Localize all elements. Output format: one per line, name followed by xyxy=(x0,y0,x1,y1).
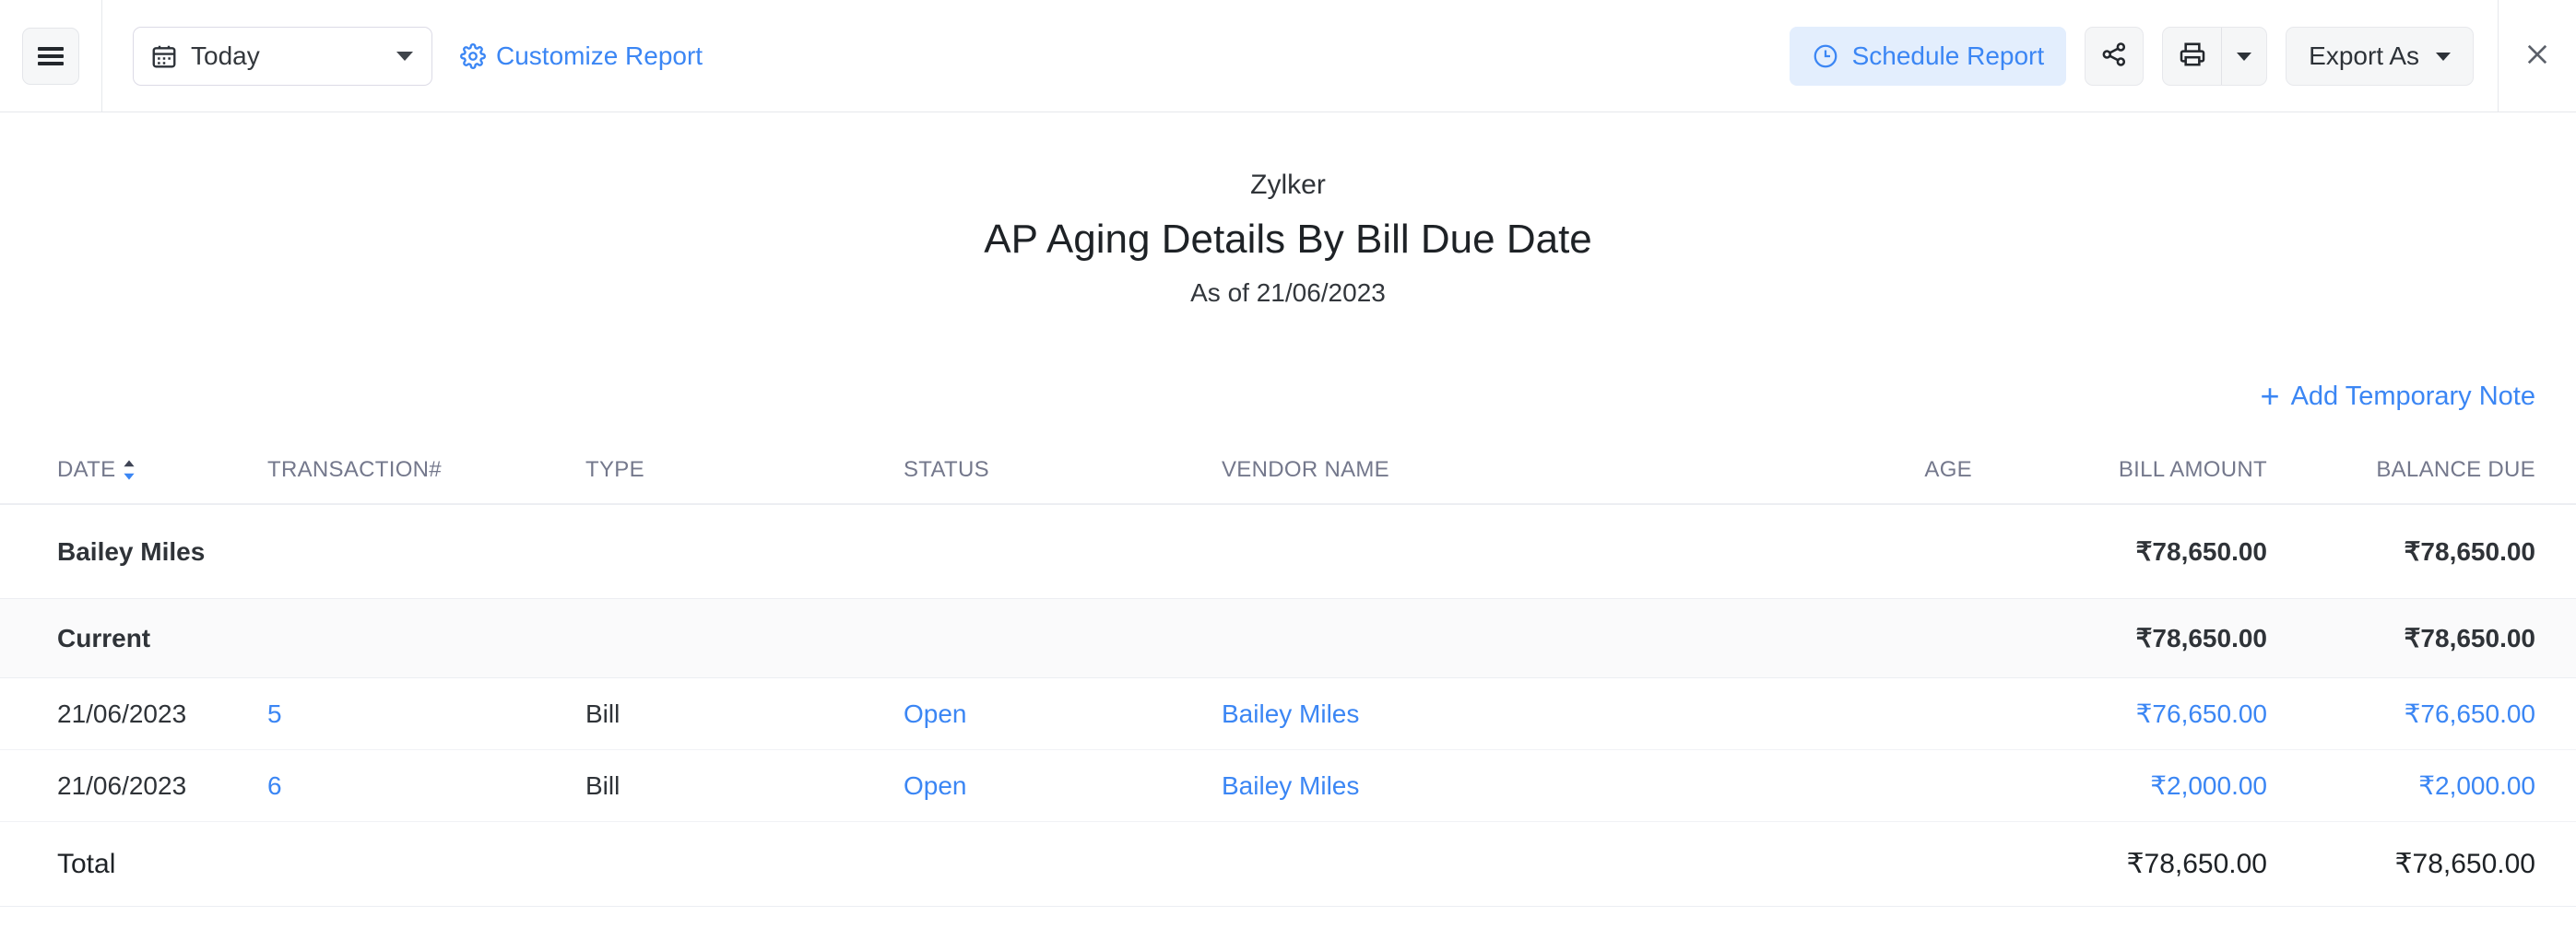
chevron-down-icon xyxy=(2237,53,2251,61)
hamburger-icon xyxy=(38,43,64,69)
vendor-group-balance-due: ₹78,650.00 xyxy=(2300,504,2576,599)
aging-bucket-balance-due: ₹78,650.00 xyxy=(2300,599,2576,678)
cell-age xyxy=(1775,678,2005,750)
aging-bucket-name: Current xyxy=(0,599,1775,678)
total-balance-due: ₹78,650.00 xyxy=(2300,822,2576,907)
close-icon xyxy=(2522,39,2553,75)
print-button-group xyxy=(2162,27,2267,86)
aging-bucket-row: Current ₹78,650.00 ₹78,650.00 xyxy=(0,599,2576,678)
cell-bill-amount-link[interactable]: ₹76,650.00 xyxy=(2005,678,2300,750)
vendor-group-name: Bailey Miles xyxy=(0,504,1775,599)
print-button[interactable] xyxy=(2163,28,2222,85)
cell-age xyxy=(1775,750,2005,822)
plus-icon: + xyxy=(2261,380,2280,413)
add-temporary-note-label: Add Temporary Note xyxy=(2291,382,2535,412)
column-header-status[interactable]: STATUS xyxy=(904,444,1222,504)
hamburger-menu-button[interactable] xyxy=(22,28,79,85)
cell-balance-due-link[interactable]: ₹2,000.00 xyxy=(2300,750,2576,822)
aging-bucket-age xyxy=(1775,599,2005,678)
total-age xyxy=(1775,822,2005,907)
total-label: Total xyxy=(0,822,1775,907)
table-header: DATE TRANSACTION# TYPE STATUS VENDOR NAM… xyxy=(0,444,2576,504)
cell-type: Bill xyxy=(585,750,904,822)
column-header-transaction[interactable]: TRANSACTION# xyxy=(267,444,585,504)
add-temporary-note-button[interactable]: + Add Temporary Note xyxy=(2261,380,2535,413)
chevron-down-icon xyxy=(396,52,413,61)
report-as-of-date: As of 21/06/2023 xyxy=(0,278,2576,308)
date-range-value: Today xyxy=(191,41,260,71)
toolbar-right-group: Schedule Report xyxy=(1790,0,2576,112)
organization-name: Zylker xyxy=(0,168,2576,203)
printer-icon xyxy=(2178,40,2207,74)
export-as-label: Export As xyxy=(2309,41,2419,71)
sort-arrows-icon xyxy=(122,459,136,481)
ap-aging-table: DATE TRANSACTION# TYPE STATUS VENDOR NAM… xyxy=(0,444,2576,907)
temporary-note-row: + Add Temporary Note xyxy=(0,380,2576,413)
close-button[interactable] xyxy=(2499,0,2576,112)
table-row[interactable]: 21/06/2023 5 Bill Open Bailey Miles ₹76,… xyxy=(0,678,2576,750)
column-header-date-label: DATE xyxy=(57,457,115,483)
column-header-age[interactable]: AGE xyxy=(1775,444,2005,504)
column-header-date[interactable]: DATE xyxy=(0,444,267,504)
cell-bill-amount-link[interactable]: ₹2,000.00 xyxy=(2005,750,2300,822)
table-total-row: Total ₹78,650.00 ₹78,650.00 xyxy=(0,822,2576,907)
vendor-group-age xyxy=(1775,504,2005,599)
schedule-report-label: Schedule Report xyxy=(1852,41,2045,71)
cell-transaction-link[interactable]: 5 xyxy=(267,678,585,750)
customize-report-button[interactable]: Customize Report xyxy=(460,41,703,71)
table-header-row: DATE TRANSACTION# TYPE STATUS VENDOR NAM… xyxy=(0,444,2576,504)
table-row[interactable]: 21/06/2023 6 Bill Open Bailey Miles ₹2,0… xyxy=(0,750,2576,822)
print-options-button[interactable] xyxy=(2222,28,2266,85)
toolbar-left-group: Today Customize Report xyxy=(0,0,703,112)
report-title: AP Aging Details By Bill Due Date xyxy=(0,216,2576,264)
customize-report-label: Customize Report xyxy=(496,41,703,71)
cell-vendor-link[interactable]: Bailey Miles xyxy=(1222,678,1775,750)
column-header-bill-amount[interactable]: BILL AMOUNT xyxy=(2005,444,2300,504)
cell-type: Bill xyxy=(585,678,904,750)
schedule-report-button[interactable]: Schedule Report xyxy=(1790,27,2067,86)
cell-balance-due-link[interactable]: ₹76,650.00 xyxy=(2300,678,2576,750)
column-header-type[interactable]: TYPE xyxy=(585,444,904,504)
table-body: Bailey Miles ₹78,650.00 ₹78,650.00 Curre… xyxy=(0,504,2576,907)
vendor-group-bill-amount: ₹78,650.00 xyxy=(2005,504,2300,599)
chevron-down-icon xyxy=(2436,53,2451,61)
share-icon xyxy=(2099,40,2129,74)
cell-transaction-link[interactable]: 6 xyxy=(267,750,585,822)
gear-icon xyxy=(460,43,486,69)
date-range-select[interactable]: Today xyxy=(133,27,432,86)
aging-bucket-bill-amount: ₹78,650.00 xyxy=(2005,599,2300,678)
column-header-vendor[interactable]: VENDOR NAME xyxy=(1222,444,1775,504)
cell-date: 21/06/2023 xyxy=(0,750,267,822)
vendor-group-row: Bailey Miles ₹78,650.00 ₹78,650.00 xyxy=(0,504,2576,599)
report-toolbar: Today Customize Report Schedule Report xyxy=(0,0,2576,112)
cell-status-link[interactable]: Open xyxy=(904,678,1222,750)
column-header-balance-due[interactable]: BALANCE DUE xyxy=(2300,444,2576,504)
cell-vendor-link[interactable]: Bailey Miles xyxy=(1222,750,1775,822)
calendar-icon xyxy=(150,42,178,70)
clock-icon xyxy=(1812,42,1839,70)
export-as-button[interactable]: Export As xyxy=(2286,27,2474,86)
report-body: Zylker AP Aging Details By Bill Due Date… xyxy=(0,112,2576,907)
share-button[interactable] xyxy=(2085,27,2144,86)
cell-status-link[interactable]: Open xyxy=(904,750,1222,822)
total-bill-amount: ₹78,650.00 xyxy=(2005,822,2300,907)
toolbar-divider-left xyxy=(101,0,102,112)
cell-date: 21/06/2023 xyxy=(0,678,267,750)
